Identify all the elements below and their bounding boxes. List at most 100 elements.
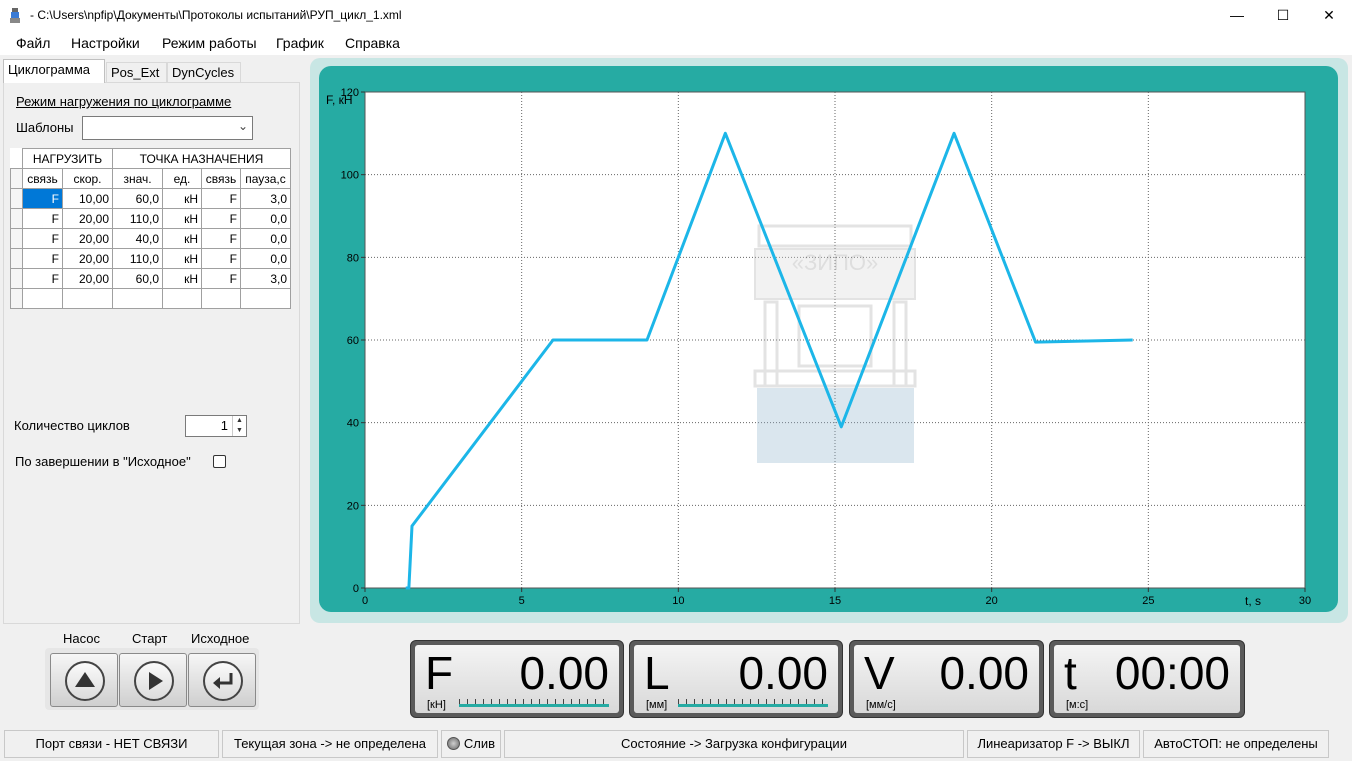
table-cell[interactable]: 0,0 (240, 248, 291, 269)
table-cell[interactable]: 10,00 (62, 188, 113, 209)
column-header: связь (201, 168, 241, 189)
table-row-new[interactable] (10, 288, 291, 309)
start-button[interactable] (119, 653, 187, 707)
table-cell[interactable] (62, 288, 113, 309)
time-indicator: t 00:00 [м:с] (1049, 640, 1245, 718)
indicator-symbol: L (644, 647, 670, 699)
indicator-value: 0.00 (738, 647, 828, 699)
window-title: - C:\Users\npfip\Документы\Протоколы исп… (30, 8, 402, 22)
home-label: Исходное (191, 631, 250, 646)
table-cell[interactable]: 60,0 (112, 188, 163, 209)
table-cell[interactable] (240, 288, 291, 309)
table-row[interactable]: F 20,00 110,0 кН F 0,0 (10, 208, 291, 229)
table-cell[interactable]: F (22, 248, 63, 269)
table-cell[interactable]: кН (162, 208, 202, 229)
cycles-count-stepper[interactable]: 1 ▲ ▼ (185, 415, 247, 437)
menu-help[interactable]: Справка (345, 35, 400, 51)
indicator-face: L 0.00 [мм] (634, 645, 838, 713)
table-row[interactable]: F 20,00 40,0 кН F 0,0 (10, 228, 291, 249)
table-cell[interactable]: 0,0 (240, 208, 291, 229)
table-cell[interactable]: F (201, 248, 241, 269)
table-cell[interactable]: F (22, 228, 63, 249)
status-autostop: АвтоСТОП: не определены (1143, 730, 1329, 758)
tab-dyncycles[interactable]: DynCycles (167, 62, 241, 82)
table-cell[interactable]: 20,00 (62, 228, 113, 249)
minimize-button[interactable]: — (1214, 0, 1260, 31)
return-home-checkbox[interactable] (213, 455, 226, 468)
status-port: Порт связи - НЕТ СВЯЗИ (4, 730, 219, 758)
tab-cyclogram[interactable]: Циклограмма (3, 59, 105, 83)
status-linearizer: Линеаризатор F -> ВЫКЛ (967, 730, 1140, 758)
table-cell[interactable]: кН (162, 248, 202, 269)
row-header[interactable] (10, 188, 23, 209)
cyclogram-table: НАГРУЗИТЬ ТОЧКА НАЗНАЧЕНИЯ связь скор. з… (10, 148, 291, 309)
menu-settings[interactable]: Настройки (71, 35, 140, 51)
row-header[interactable] (10, 288, 23, 309)
table-cell[interactable]: кН (162, 268, 202, 289)
home-button[interactable] (188, 653, 256, 707)
table-cell[interactable]: 20,00 (62, 268, 113, 289)
status-drain: Слив (441, 730, 501, 758)
table-cell[interactable]: кН (162, 228, 202, 249)
table-cell[interactable] (22, 288, 63, 309)
spin-arrows-icon[interactable]: ▲ ▼ (232, 416, 246, 436)
menu-file[interactable]: Файл (16, 35, 50, 51)
table-cell[interactable]: F (201, 208, 241, 229)
status-zone: Текущая зона -> не определена (222, 730, 438, 758)
group-header-target: ТОЧКА НАЗНАЧЕНИЯ (112, 148, 291, 169)
table-cell[interactable]: 60,0 (112, 268, 163, 289)
table-cell[interactable]: 0,0 (240, 228, 291, 249)
table-cell[interactable]: 110,0 (112, 248, 163, 269)
templates-select[interactable]: ⌄ (82, 116, 253, 140)
velocity-indicator: V 0.00 [мм/с] (849, 640, 1044, 718)
table-cell[interactable]: F (22, 208, 63, 229)
y-tick-label: 20 (347, 500, 359, 512)
y-tick-label: 40 (347, 418, 359, 430)
table-row[interactable]: F 10,00 60,0 кН F 3,0 (10, 188, 291, 209)
indicator-scale (459, 699, 609, 707)
indicator-symbol: t (1064, 647, 1077, 699)
table-cell[interactable]: 3,0 (240, 188, 291, 209)
table-cell[interactable]: 3,0 (240, 268, 291, 289)
row-header[interactable] (10, 228, 23, 249)
indicator-symbol: F (425, 647, 454, 699)
table-row[interactable]: F 20,00 60,0 кН F 3,0 (10, 268, 291, 289)
y-tick-label: 80 (347, 252, 359, 264)
table-cell[interactable]: 110,0 (112, 208, 163, 229)
table-cell[interactable]: кН (162, 188, 202, 209)
close-button[interactable]: ✕ (1306, 0, 1352, 31)
start-label: Старт (132, 631, 168, 646)
menu-mode[interactable]: Режим работы (162, 35, 257, 51)
indicator-scale (678, 699, 828, 707)
table-cell[interactable] (112, 288, 163, 309)
x-tick-label: 5 (519, 595, 525, 607)
return-home-label: По завершении в "Исходное" (15, 454, 191, 469)
status-drain-label: Слив (463, 736, 496, 751)
maximize-button[interactable]: ☐ (1260, 0, 1306, 31)
menu-chart[interactable]: График (276, 35, 324, 51)
pump-label: Насос (63, 631, 100, 646)
play-icon (134, 661, 174, 701)
x-tick-label: 0 (362, 595, 368, 607)
group-header-load: НАГРУЗИТЬ (22, 148, 113, 169)
tab-pos-ext[interactable]: Pos_Ext (106, 62, 167, 82)
column-header: ед. (162, 168, 202, 189)
table-cell[interactable] (201, 288, 241, 309)
row-header[interactable] (10, 208, 23, 229)
table-cell[interactable]: F (201, 188, 241, 209)
row-header (10, 168, 23, 189)
table-cell[interactable]: 40,0 (112, 228, 163, 249)
table-cell[interactable]: F (201, 268, 241, 289)
pump-button[interactable] (50, 653, 118, 707)
table-cell[interactable] (162, 288, 202, 309)
table-cell[interactable]: F (22, 268, 63, 289)
row-header[interactable] (10, 248, 23, 269)
row-header[interactable] (10, 268, 23, 289)
table-cell[interactable]: F (22, 188, 63, 209)
table-cell[interactable]: 20,00 (62, 248, 113, 269)
loading-mode-link[interactable]: Режим нагружения по циклограмме (16, 94, 231, 109)
indicator-unit: [кН] (427, 699, 446, 711)
table-cell[interactable]: F (201, 228, 241, 249)
table-cell[interactable]: 20,00 (62, 208, 113, 229)
table-row[interactable]: F 20,00 110,0 кН F 0,0 (10, 248, 291, 269)
